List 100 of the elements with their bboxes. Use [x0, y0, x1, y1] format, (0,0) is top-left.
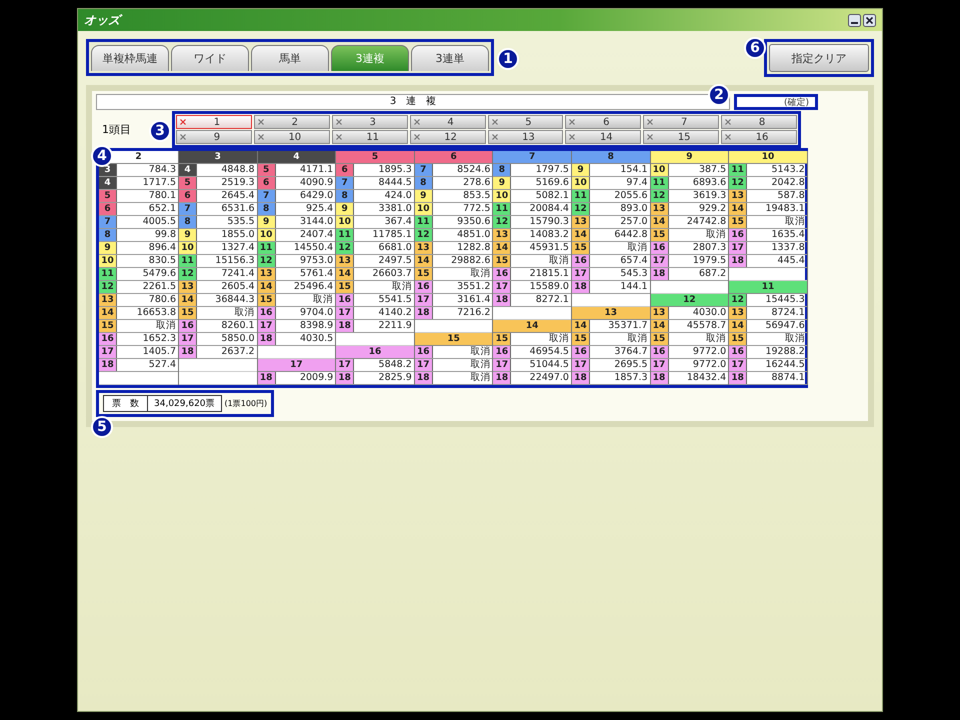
horse-number: 12: [572, 203, 590, 215]
horse-button[interactable]: 5: [488, 115, 564, 129]
horse-number: 14: [729, 320, 748, 332]
odds-value: 24742.8: [686, 216, 728, 228]
odds-value: 257.0: [619, 216, 649, 228]
odds-value: 780.1: [148, 190, 177, 202]
odds-value: 1405.7: [142, 346, 177, 358]
horse-number: 12: [336, 242, 354, 254]
tab[interactable]: 単複枠馬連: [91, 45, 169, 71]
horse-number: 15: [99, 320, 117, 332]
tab[interactable]: ワイド: [171, 45, 249, 71]
callout-number: 4: [91, 145, 113, 167]
horse-number: 18: [414, 307, 433, 319]
odds-value: 15790.3: [528, 216, 570, 228]
horse-button[interactable]: 7: [643, 115, 720, 129]
horse-number: 12: [729, 177, 748, 189]
horse-button[interactable]: 9: [176, 130, 252, 144]
odds-value: 21815.1: [528, 268, 570, 280]
horse-number: 6: [99, 203, 117, 215]
horse-button[interactable]: 12: [410, 130, 486, 144]
odds-value: 5082.1: [534, 190, 570, 202]
odds-value: 3551.2: [456, 281, 492, 293]
horse-button[interactable]: 3: [332, 115, 408, 129]
horse-number: 13: [650, 307, 669, 319]
horse-button[interactable]: 11: [332, 130, 408, 144]
cross-icon: [725, 119, 732, 125]
horse-number: 12: [414, 229, 433, 241]
horse-number: 13: [258, 268, 276, 280]
odds-value: 15156.3: [214, 255, 256, 267]
horse-number: 9: [336, 203, 354, 215]
horse-button[interactable]: 2: [254, 115, 330, 129]
close-icon[interactable]: [863, 14, 876, 26]
odds-value: 46954.5: [528, 346, 570, 358]
horse-number: 9: [258, 216, 276, 228]
clear-button[interactable]: 指定クリア: [769, 44, 869, 72]
horse-number: 16: [179, 320, 197, 332]
odds-value: 14083.2: [528, 229, 570, 241]
horse-button[interactable]: 13: [488, 130, 564, 144]
horse-button[interactable]: 14: [565, 130, 642, 144]
odds-value: 56947.6: [764, 320, 806, 332]
horse-number: 17: [572, 268, 590, 280]
horse-number: 18: [650, 268, 669, 280]
horse-number: 13: [493, 229, 512, 241]
odds-value: 445.4: [776, 255, 806, 267]
horse-number: 13: [179, 281, 197, 293]
horse-number: 6: [336, 164, 354, 176]
horse-header: 16: [336, 346, 414, 359]
horse-number: 15: [258, 294, 276, 306]
horse-number: 13: [729, 190, 748, 202]
horse-header: 13: [572, 307, 650, 320]
odds-value: 4140.2: [378, 307, 413, 319]
horse-button[interactable]: 8: [721, 115, 797, 129]
horse-header: 10: [729, 151, 807, 164]
odds-value: 15445.3: [764, 294, 806, 306]
cross-icon: [414, 134, 420, 140]
horse-button[interactable]: 1: [176, 115, 252, 129]
odds-value: 2519.3: [220, 177, 256, 189]
horse-button[interactable]: 4: [410, 115, 486, 129]
odds-value: 5541.5: [378, 294, 413, 306]
horse-number: 18: [258, 333, 276, 345]
odds-value: 5761.4: [298, 268, 334, 280]
horse-button[interactable]: 6: [565, 115, 642, 129]
horse-button[interactable]: 16: [721, 130, 797, 144]
minimize-icon[interactable]: [848, 14, 861, 26]
cross-icon: [725, 134, 732, 140]
odds-value: 587.8: [776, 190, 806, 202]
odds-value: 36844.3: [214, 294, 256, 306]
horse-number: 11: [414, 216, 433, 228]
odds-value: 取消: [469, 359, 492, 371]
cross-icon: [647, 119, 654, 125]
horse-number: 16: [572, 346, 590, 358]
odds-value: 2695.5: [613, 359, 649, 371]
horse-number: 18: [414, 372, 433, 384]
odds-value: 1337.8: [770, 242, 806, 254]
tab[interactable]: 3連単: [411, 45, 489, 71]
odds-value: 8398.9: [298, 320, 334, 332]
horse-number: 18: [493, 372, 512, 384]
horse-number: 17: [493, 359, 512, 371]
horse-number: 6: [258, 177, 276, 189]
horse-button[interactable]: 10: [254, 130, 330, 144]
status-label: (確定): [784, 96, 809, 108]
horse-number: 10: [650, 164, 669, 176]
horse-button[interactable]: 15: [643, 130, 720, 144]
odds-value: 6681.0: [378, 242, 413, 254]
odds-value: 取消: [312, 294, 334, 306]
tab[interactable]: 馬単: [251, 45, 329, 71]
odds-value: 14550.4: [292, 242, 334, 254]
odds-value: 3764.7: [613, 346, 649, 358]
horse-number: 7: [179, 203, 197, 215]
odds-value: 1857.3: [613, 372, 649, 384]
horse-number: 15: [729, 333, 748, 345]
cross-icon: [258, 119, 264, 125]
odds-value: 1282.8: [456, 242, 492, 254]
horse-number: 18: [179, 346, 197, 358]
odds-value: 2211.9: [378, 320, 413, 332]
odds-value: 16244.5: [764, 359, 806, 371]
horse-header: 9: [650, 151, 728, 164]
horse-number: 12: [258, 255, 276, 267]
odds-value: 3144.0: [298, 216, 334, 228]
odds-value: 22497.0: [528, 372, 570, 384]
